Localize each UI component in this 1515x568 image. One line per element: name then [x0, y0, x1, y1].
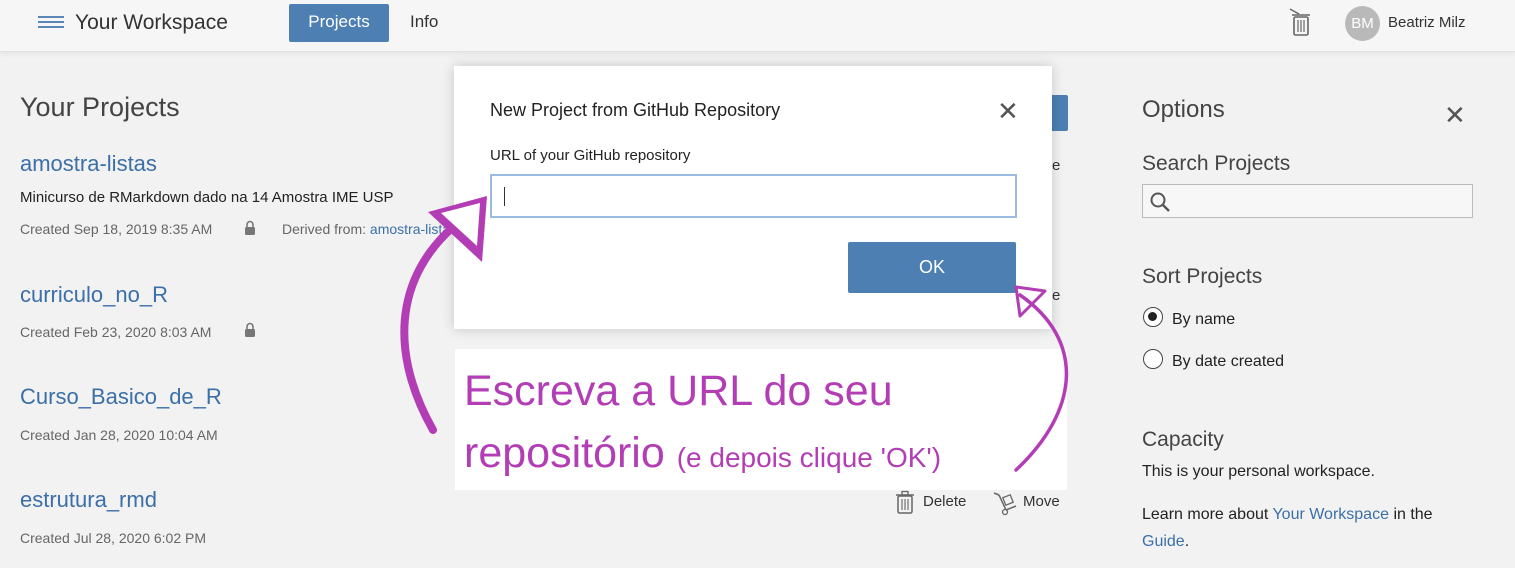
derived-from-label: Derived from: [282, 221, 367, 237]
learn-more-prefix: Learn more about [1142, 506, 1269, 523]
learn-more-text: Learn more about Your Workspace in the [1142, 506, 1433, 524]
trash-icon[interactable] [1286, 6, 1314, 38]
project-created-date: Created Jul 28, 2020 6:02 PM [20, 530, 207, 546]
sort-projects-heading: Sort Projects [1142, 265, 1263, 288]
annotation-main: repositório [464, 429, 665, 477]
sort-by-name-label[interactable]: By name [1172, 311, 1235, 329]
annotation-small: (e depois clique 'OK') [676, 442, 942, 473]
guide-text: Guide. [1142, 533, 1189, 551]
nav-projects-tab[interactable]: Projects [289, 4, 389, 42]
menu-icon[interactable] [38, 16, 64, 30]
search-icon [1150, 192, 1170, 212]
hidden-action-text[interactable]: e [1052, 157, 1060, 174]
project-created-date: Created Jan 28, 2020 10:04 AM [20, 427, 218, 443]
guide-link[interactable]: Guide [1142, 533, 1185, 550]
project-link-estrutura-rmd[interactable]: estrutura_rmd [20, 487, 157, 513]
sort-by-date-radio[interactable] [1143, 349, 1163, 369]
trash-icon[interactable] [894, 490, 916, 514]
options-title: Options [1142, 96, 1225, 123]
search-projects-heading: Search Projects [1142, 152, 1291, 175]
sort-by-name-radio[interactable] [1143, 307, 1163, 327]
project-link-curso-basico[interactable]: Curso_Basico_de_R [20, 384, 222, 410]
avatar[interactable]: BM [1345, 6, 1380, 41]
hidden-action-text[interactable]: e [1052, 287, 1060, 304]
your-workspace-link[interactable]: Your Workspace [1272, 506, 1389, 523]
project-created-date: Created Sep 18, 2019 8:35 AM [20, 221, 213, 237]
guide-suffix: . [1184, 533, 1190, 550]
sort-by-date-label[interactable]: By date created [1172, 353, 1284, 371]
nav-info-tab[interactable]: Info [410, 12, 438, 32]
derived-from-link[interactable]: amostra-lista [370, 221, 450, 237]
new-project-modal: New Project from GitHub Repository ✕ URL… [454, 66, 1052, 329]
delete-button[interactable]: Delete [923, 493, 966, 510]
learn-more-middle: in the [1393, 506, 1433, 523]
lock-icon [245, 220, 255, 235]
derived-from: Derived from: amostra-lista [282, 221, 450, 237]
close-icon[interactable]: ✕ [1444, 100, 1466, 131]
capacity-heading: Capacity [1142, 428, 1224, 451]
url-field-label: URL of your GitHub repository [490, 147, 691, 164]
capacity-text: This is your personal workspace. [1142, 463, 1375, 480]
move-button[interactable]: Move [1023, 493, 1060, 510]
ok-button[interactable]: OK [848, 242, 1016, 293]
close-icon[interactable]: ✕ [997, 96, 1019, 127]
text-caret [504, 187, 505, 206]
modal-title: New Project from GitHub Repository [490, 100, 781, 120]
project-link-curriculo[interactable]: curriculo_no_R [20, 282, 168, 308]
project-created-date: Created Feb 23, 2020 8:03 AM [20, 324, 212, 340]
annotation-line-1: Escreva a URL do seu [464, 367, 893, 415]
project-description: Minicurso de RMarkdown dado na 14 Amostr… [20, 189, 394, 206]
user-name[interactable]: Beatriz Milz [1388, 14, 1466, 31]
page-title: Your Projects [20, 92, 180, 122]
hand-truck-icon[interactable] [992, 490, 1018, 516]
annotation-box: Escreva a URL do seu repositório (e depo… [455, 349, 1067, 490]
project-link-amostra-listas[interactable]: amostra-listas [20, 151, 157, 177]
github-url-input[interactable] [490, 174, 1017, 218]
lock-icon [245, 322, 255, 337]
search-input[interactable] [1142, 184, 1473, 218]
app-title: Your Workspace [75, 11, 228, 34]
annotation-line-2: repositório (e depois clique 'OK') [464, 429, 941, 478]
top-bar: Your Workspace Projects Info BM Beatriz … [0, 0, 1515, 52]
